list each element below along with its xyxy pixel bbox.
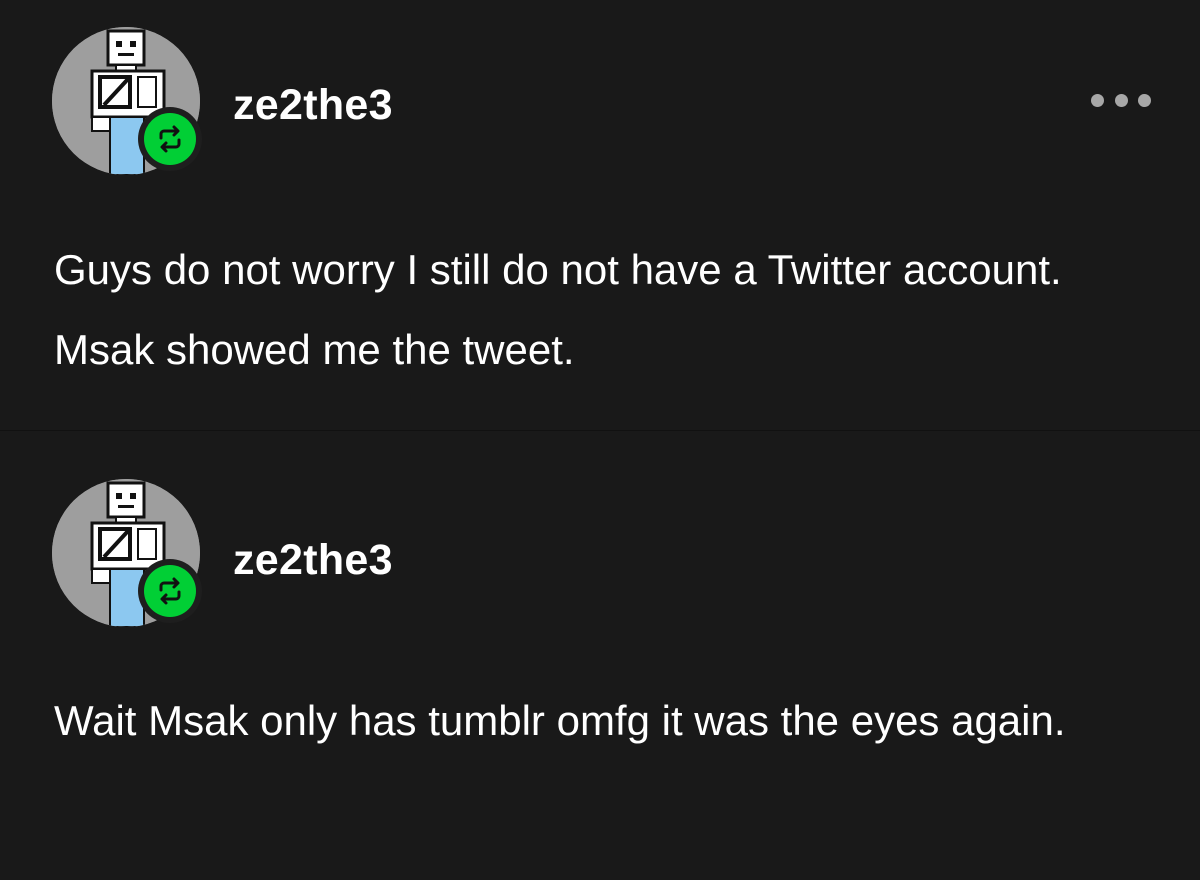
reblog-badge [138,107,202,171]
reblog-post-2: ze2the3 Wait Msak only has tumblr omfg i… [0,430,1200,880]
username[interactable]: ze2the3 [233,84,393,127]
avatar-container[interactable] [52,479,212,639]
reblog-badge [138,559,202,623]
more-dot-icon [1114,93,1128,107]
avatar-container[interactable] [52,27,212,187]
post-body-text: Wait Msak only has tumblr omfg it was th… [54,697,1066,744]
username[interactable]: ze2the3 [233,539,393,582]
reblog-icon [159,577,181,605]
more-options-button[interactable] [1091,92,1151,108]
more-dot-icon [1138,93,1151,107]
post-body-text: Guys do not worry I still do not have a … [54,246,1062,373]
reblog-icon [159,125,181,153]
reblog-post-1: ze2the3 Guys do not worry I still do not… [0,0,1200,430]
more-dot-icon [1091,93,1104,107]
